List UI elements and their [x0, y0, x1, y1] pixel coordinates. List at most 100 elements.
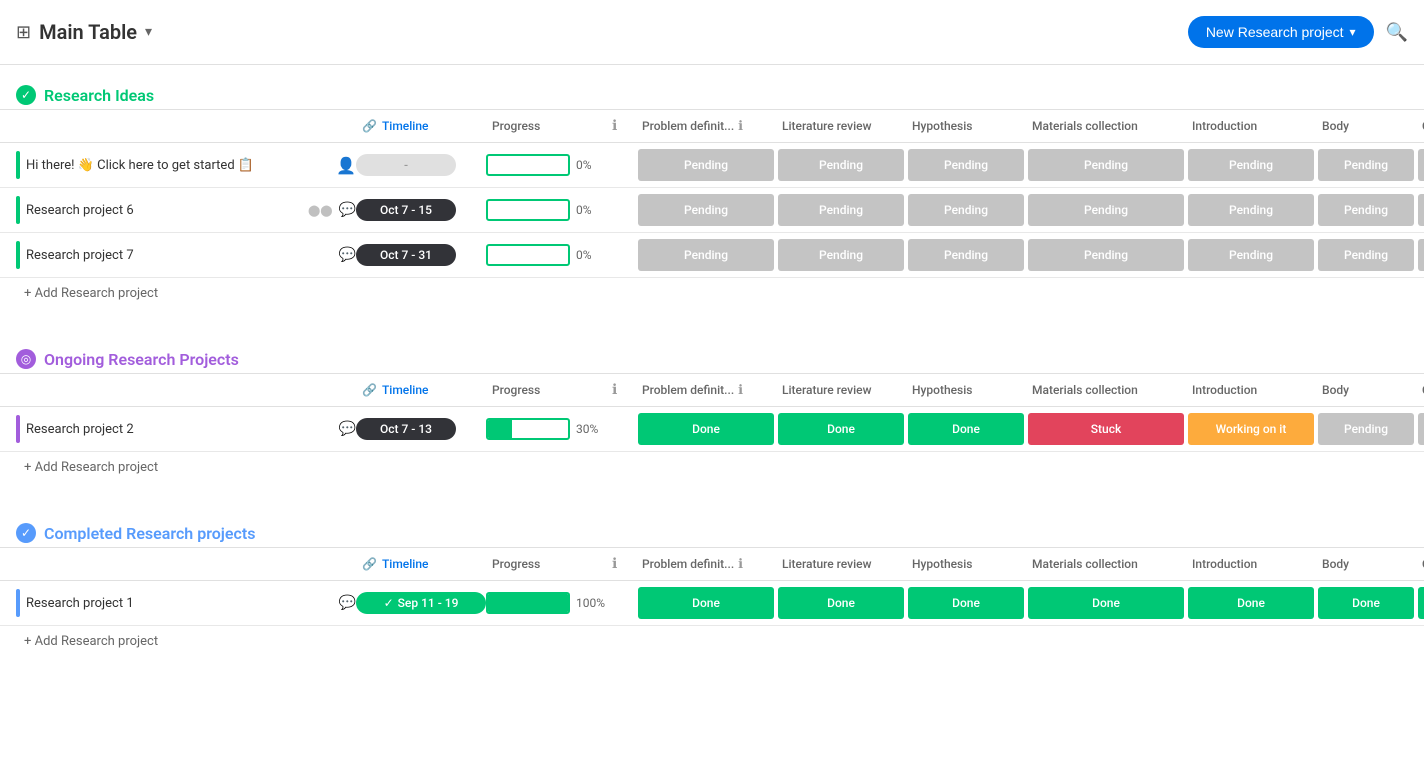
status-hypothesis[interactable]: Pending — [908, 239, 1024, 271]
header-left: ⊞ Main Table ▾ — [16, 20, 152, 44]
add-row-completed[interactable]: + Add Research project — [0, 626, 1424, 657]
group-header-completed: ✓ Completed Research projects — [0, 523, 1424, 543]
group-title-ongoing[interactable]: Ongoing Research Projects — [44, 350, 239, 369]
group-title-completed[interactable]: Completed Research projects — [44, 524, 255, 543]
row-color-bar — [16, 151, 20, 179]
status-conclusions[interactable]: Pending — [1418, 413, 1424, 445]
status-materials[interactable]: Pending — [1028, 149, 1184, 181]
comment-icon[interactable]: 💬 — [339, 421, 356, 437]
table-row[interactable]: Research project 6 ⬤⬤ 💬 Oct 7 - 15 0% — [0, 188, 1424, 233]
status-literature[interactable]: Done — [778, 587, 904, 619]
status-conclusions[interactable]: Done — [1418, 587, 1424, 619]
row-name-cell: Hi there! 👋 Click here to get started 📋 … — [16, 143, 356, 187]
person-dot: ⬤⬤ — [308, 204, 333, 217]
row-color-bar — [16, 196, 20, 224]
status-materials[interactable]: Stuck — [1028, 413, 1184, 445]
timeline-pill[interactable]: - — [356, 154, 456, 176]
row-name: Research project 7 — [26, 248, 323, 263]
progress-bar — [486, 244, 570, 266]
col-conclusions-header: Conclusions — [1416, 548, 1424, 580]
status-introduction[interactable]: Working on it — [1188, 413, 1314, 445]
status-materials[interactable]: Done — [1028, 587, 1184, 619]
progress-cell: 0% — [486, 244, 606, 266]
col-problem-header: Problem definit... ℹ — [636, 110, 776, 142]
progress-pct: 100% — [576, 596, 606, 610]
row-name-cell: Research project 1 💬 — [16, 581, 356, 625]
status-problem[interactable]: Pending — [638, 239, 774, 271]
header-chevron-icon[interactable]: ▾ — [145, 24, 152, 40]
table-row[interactable]: Research project 1 💬 ✓ Sep 11 - 19 — [0, 581, 1424, 626]
col-materials-header: Materials collection — [1026, 374, 1186, 406]
status-introduction[interactable]: Pending — [1188, 194, 1314, 226]
comment-icon[interactable]: 💬 — [339, 595, 356, 611]
link-icon: 🔗 — [362, 557, 377, 571]
status-materials[interactable]: Pending — [1028, 194, 1184, 226]
status-hypothesis[interactable]: Pending — [908, 194, 1024, 226]
timeline-pill[interactable]: Oct 7 - 13 — [356, 418, 456, 440]
table-row[interactable]: Research project 7 💬 Oct 7 - 31 0% — [0, 233, 1424, 278]
timeline-pill[interactable]: Oct 7 - 15 — [356, 199, 456, 221]
col-literature-header: Literature review — [776, 110, 906, 142]
timeline-cell[interactable]: Oct 7 - 15 — [356, 199, 486, 221]
add-row-ongoing[interactable]: + Add Research project — [0, 452, 1424, 483]
status-body[interactable]: Pending — [1318, 194, 1414, 226]
timeline-cell[interactable]: - — [356, 154, 486, 176]
col-hypothesis-header: Hypothesis — [906, 374, 1026, 406]
status-hypothesis[interactable]: Done — [908, 587, 1024, 619]
row-name-cell: Research project 2 💬 — [16, 407, 356, 451]
status-body[interactable]: Done — [1318, 587, 1414, 619]
status-introduction[interactable]: Pending — [1188, 149, 1314, 181]
status-introduction[interactable]: Pending — [1188, 239, 1314, 271]
timeline-cell[interactable]: Oct 7 - 31 — [356, 244, 486, 266]
timeline-pill[interactable]: ✓ Sep 11 - 19 — [356, 592, 486, 614]
status-literature[interactable]: Pending — [778, 239, 904, 271]
status-introduction[interactable]: Done — [1188, 587, 1314, 619]
new-project-button[interactable]: New Research project ▾ — [1188, 16, 1374, 48]
col-introduction-header: Introduction — [1186, 374, 1316, 406]
group-icon-completed: ✓ — [16, 523, 36, 543]
col-name-header — [16, 110, 356, 142]
status-body[interactable]: Pending — [1318, 149, 1414, 181]
table-row[interactable]: Hi there! 👋 Click here to get started 📋 … — [0, 143, 1424, 188]
timeline-cell[interactable]: ✓ Sep 11 - 19 — [356, 592, 486, 614]
row-name: Research project 6 — [26, 203, 298, 218]
status-literature[interactable]: Pending — [778, 194, 904, 226]
comment-icon[interactable]: 💬 — [339, 202, 356, 218]
status-problem[interactable]: Pending — [638, 194, 774, 226]
col-info-header: ℹ — [606, 548, 636, 580]
progress-pct: 0% — [576, 158, 606, 172]
col-hypothesis-header: Hypothesis — [906, 110, 1026, 142]
header-right: New Research project ▾ 🔍 — [1188, 16, 1408, 48]
row-name-cell: Research project 7 💬 — [16, 233, 356, 277]
table-wrapper: ✓ Research Ideas 🔗 Timeline Progress ℹ — [0, 85, 1424, 697]
status-literature[interactable]: Done — [778, 413, 904, 445]
status-literature[interactable]: Pending — [778, 149, 904, 181]
table-row[interactable]: Research project 2 💬 Oct 7 - 13 30% — [0, 407, 1424, 452]
progress-cell: 0% — [486, 199, 606, 221]
status-problem[interactable]: Done — [638, 413, 774, 445]
timeline-cell[interactable]: Oct 7 - 13 — [356, 418, 486, 440]
add-row-research-ideas[interactable]: + Add Research project — [0, 278, 1424, 309]
problem-info-icon: ℹ — [738, 383, 743, 398]
status-conclusions[interactable]: Pending — [1418, 194, 1424, 226]
status-hypothesis[interactable]: Done — [908, 413, 1024, 445]
status-conclusions[interactable]: Pending — [1418, 149, 1424, 181]
status-problem[interactable]: Done — [638, 587, 774, 619]
status-problem[interactable]: Pending — [638, 149, 774, 181]
group-title-research-ideas[interactable]: Research Ideas — [44, 86, 154, 105]
link-icon: 🔗 — [362, 119, 377, 133]
col-introduction-header: Introduction — [1186, 110, 1316, 142]
search-button[interactable]: 🔍 — [1386, 22, 1408, 43]
progress-pct: 30% — [576, 422, 606, 436]
status-conclusions[interactable]: Pending — [1418, 239, 1424, 271]
row-color-bar — [16, 415, 20, 443]
col-timeline-header: 🔗 Timeline — [356, 548, 486, 580]
progress-bar — [486, 199, 570, 221]
status-body[interactable]: Pending — [1318, 239, 1414, 271]
group-icon-ongoing: ◎ — [16, 349, 36, 369]
status-materials[interactable]: Pending — [1028, 239, 1184, 271]
status-hypothesis[interactable]: Pending — [908, 149, 1024, 181]
status-body[interactable]: Pending — [1318, 413, 1414, 445]
comment-icon[interactable]: 💬 — [339, 247, 356, 263]
timeline-pill[interactable]: Oct 7 - 31 — [356, 244, 456, 266]
